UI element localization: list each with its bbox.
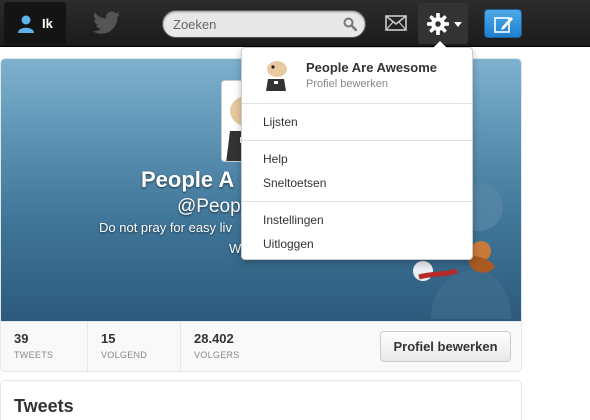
stat-tweets[interactable]: 39 TWEETS xyxy=(1,322,88,371)
profile-bio: Do not pray for easy liv xyxy=(99,220,232,235)
stat-label: VOLGEND xyxy=(101,350,148,360)
menu-item-help[interactable]: Help xyxy=(263,152,288,166)
dropdown-divider xyxy=(242,103,472,104)
menu-item-settings[interactable]: Instellingen xyxy=(263,213,324,227)
menu-item-keyboard-shortcuts[interactable]: Sneltoetsen xyxy=(263,176,326,190)
compose-pen-icon xyxy=(494,17,513,33)
search-input[interactable] xyxy=(173,15,333,33)
messages-envelope-icon[interactable] xyxy=(385,14,407,32)
dropdown-divider xyxy=(242,201,472,202)
dropdown-divider xyxy=(242,140,472,141)
dropdown-arrow xyxy=(433,41,447,48)
stat-value: 28.402 xyxy=(194,331,234,346)
nav-me-button[interactable]: Ik xyxy=(4,2,66,45)
search-icon[interactable] xyxy=(343,17,357,31)
settings-dropdown-menu: People Are Awesome Profiel bewerken Lijs… xyxy=(241,41,473,260)
gear-icon xyxy=(427,13,449,35)
stat-label: VOLGERS xyxy=(194,350,240,360)
user-icon xyxy=(18,15,34,33)
menu-item-lists[interactable]: Lijsten xyxy=(263,115,298,129)
stat-value: 39 xyxy=(14,331,29,346)
stat-following[interactable]: 15 VOLGEND xyxy=(88,322,181,371)
profile-bio-line-2: W xyxy=(229,241,242,256)
tweets-heading: Tweets xyxy=(14,396,74,416)
edit-profile-button[interactable]: Profiel bewerken xyxy=(380,331,511,362)
dropdown-profile-subtitle: Profiel bewerken xyxy=(306,78,388,90)
chevron-down-icon xyxy=(454,22,462,27)
stat-followers[interactable]: 28.402 VOLGERS xyxy=(181,322,281,371)
stat-value: 15 xyxy=(101,331,116,346)
mini-avatar xyxy=(266,61,287,91)
menu-item-logout[interactable]: Uitloggen xyxy=(263,237,314,251)
top-navigation-bar: Ik xyxy=(0,0,590,47)
dropdown-profile-name: People Are Awesome xyxy=(306,60,438,75)
stat-label: TWEETS xyxy=(14,350,54,360)
settings-menu-button[interactable] xyxy=(418,3,468,44)
dropdown-profile-link[interactable]: People Are Awesome Profiel bewerken xyxy=(242,54,472,98)
nav-me-label: Ik xyxy=(42,16,53,31)
profile-name: People A xyxy=(141,167,235,192)
compose-tweet-button[interactable] xyxy=(484,9,522,38)
twitter-bird-icon[interactable] xyxy=(93,11,121,35)
search-box[interactable] xyxy=(162,10,366,38)
tweets-card: Tweets xyxy=(0,380,522,420)
